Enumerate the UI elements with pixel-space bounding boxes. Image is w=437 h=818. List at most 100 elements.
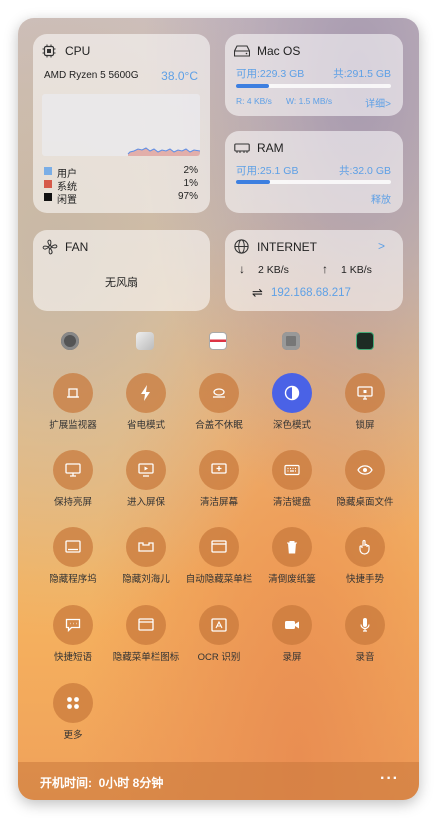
upload-speed: 1 KB/s [341, 264, 372, 276]
network-swap-icon: ⇌ [252, 285, 263, 300]
tool-label: 隐藏程序坞 [49, 574, 97, 585]
text-recognition-icon [199, 605, 239, 645]
tool-quick-gesture[interactable]: 快捷手势 [328, 527, 402, 586]
play-screen-icon [126, 450, 166, 490]
disk-detail-link[interactable]: 详细> [365, 95, 391, 110]
tool-hide-dock[interactable]: 隐藏程序坞 [36, 527, 110, 586]
tool-label: 录屏 [282, 652, 302, 663]
keyboard-icon [272, 450, 312, 490]
tool-keep-awake[interactable]: 保持亮屏 [36, 450, 110, 509]
ram-usage-bar [236, 180, 270, 184]
notch-icon [126, 527, 166, 567]
internet-card[interactable]: INTERNET > ↓ 2 KB/s ↑ 1 KB/s ⇌ 192.168.6… [225, 230, 403, 311]
tool-hide-notch[interactable]: 隐藏刘海儿 [109, 527, 183, 586]
tool-clean-keyboard[interactable]: 清洁键盘 [255, 450, 329, 509]
trash-icon [272, 527, 312, 567]
tool-lock-screen[interactable]: 锁屏 [328, 373, 402, 432]
ram-title: RAM [257, 141, 284, 155]
memory-icon [234, 143, 250, 153]
tool-label: OCR 识别 [197, 652, 241, 663]
tool-label: 快捷手势 [345, 574, 384, 585]
fan-icon [42, 239, 58, 255]
coffee-cup-icon [199, 373, 239, 413]
tool-extend-monitor[interactable]: 扩展监视器 [36, 373, 110, 432]
tool-audio-record[interactable]: 录音 [328, 605, 402, 664]
fan-status: 无风扇 [105, 277, 138, 289]
more-options-button[interactable]: ··· [380, 770, 399, 788]
disk-total: 共:291.5 GB [333, 68, 391, 80]
activity-monitor-app-icon[interactable] [356, 332, 374, 350]
disk-available: 可用:229.3 GB [236, 68, 305, 80]
internet-title: INTERNET [257, 240, 317, 254]
settings-app-icon[interactable] [61, 332, 79, 350]
tool-auto-hide-menubar[interactable]: 自动隐藏菜单栏 [182, 527, 256, 586]
window-icon [126, 605, 166, 645]
disk-usage-bar [236, 84, 269, 88]
ram-total: 共:32.0 GB [339, 165, 391, 177]
footer-bar: 开机时间: 0小时 8分钟 ··· [18, 762, 419, 800]
cpu-icon [42, 44, 56, 58]
extend-monitor-icon [53, 373, 93, 413]
cpu-graph-line [127, 147, 200, 156]
disk-write-speed: W: 1.5 MB/s [286, 96, 333, 106]
ram-card[interactable]: RAM 可用:25.1 GB 共:32.0 GB 释放 [225, 131, 403, 213]
globe-icon [234, 239, 249, 254]
tool-label: 清洁键盘 [272, 497, 311, 508]
tool-clean-screen[interactable]: 清洁屏幕 [182, 450, 256, 509]
grid-dots-icon [53, 683, 93, 723]
tool-label: 隐藏刘海儿 [122, 574, 170, 585]
tool-power-saving[interactable]: 省电模式 [109, 373, 183, 432]
tool-label: 进入屏保 [126, 497, 165, 508]
disk-icon [234, 45, 250, 57]
tool-label: 扩展监视器 [49, 420, 97, 431]
ip-address[interactable]: 192.168.68.217 [271, 287, 351, 299]
download-speed: 2 KB/s [258, 264, 289, 276]
video-camera-icon [272, 605, 312, 645]
tool-empty-trash[interactable]: 清倒废纸篓 [255, 527, 329, 586]
fan-card[interactable]: FAN 无风扇 [33, 230, 210, 311]
lock-screen-icon [345, 373, 385, 413]
disk-read-speed: R: 4 KB/s [236, 96, 272, 106]
tool-label: 锁屏 [355, 420, 375, 431]
menubar-icon [199, 527, 239, 567]
cpu-idle-label: 闲置 [57, 195, 77, 206]
disk-card[interactable]: Mac OS 可用:229.3 GB 共:291.5 GB R: 4 KB/s … [225, 34, 403, 116]
tool-label: 隐藏菜单栏图标 [112, 652, 180, 663]
tool-label: 清洁屏幕 [199, 497, 238, 508]
fan-title: FAN [65, 240, 89, 254]
camera-app-icon[interactable] [282, 332, 300, 350]
cpu-user-value: 2% [183, 165, 198, 176]
cpu-idle-swatch [44, 193, 52, 201]
tool-label: 清倒废纸篓 [268, 574, 316, 585]
tool-quick-phrases[interactable]: 快捷短语 [36, 605, 110, 664]
tool-lid-no-sleep[interactable]: 合盖不休眠 [182, 373, 256, 432]
download-arrow-icon: ↓ [239, 262, 245, 276]
system-panel: CPU AMD Ryzen 5 5600G 38.0°C 用户 2% 系统 1%… [18, 18, 419, 800]
finder-app-icon[interactable] [136, 332, 154, 350]
chat-bubble-icon [53, 605, 93, 645]
tool-screen-record[interactable]: 录屏 [255, 605, 329, 664]
cpu-system-value: 1% [183, 178, 198, 189]
dark-mode-icon [272, 373, 312, 413]
cpu-title: CPU [65, 44, 91, 58]
tool-label: 更多 [63, 730, 83, 741]
ram-available: 可用:25.1 GB [236, 165, 299, 177]
cpu-card[interactable]: CPU AMD Ryzen 5 5600G 38.0°C 用户 2% 系统 1%… [33, 34, 210, 213]
monitor-icon [53, 450, 93, 490]
tool-hide-menubar-icons[interactable]: 隐藏菜单栏图标 [109, 605, 183, 664]
tool-label: 省电模式 [126, 420, 165, 431]
tool-ocr[interactable]: OCR 识别 [182, 605, 256, 664]
disk-title: Mac OS [257, 44, 301, 58]
ram-release-button[interactable]: 释放 [371, 191, 391, 206]
tool-dark-mode[interactable]: 深色模式 [255, 373, 329, 432]
internet-more-chevron[interactable]: > [378, 239, 385, 253]
tool-label: 快捷短语 [53, 652, 92, 663]
upload-arrow-icon: ↑ [322, 262, 328, 276]
tool-screensaver[interactable]: 进入屏保 [109, 450, 183, 509]
tool-label: 录音 [355, 652, 375, 663]
cpu-usage-graph [42, 94, 200, 156]
preview-app-icon[interactable] [209, 332, 227, 350]
tool-hide-desktop-files[interactable]: 隐藏桌面文件 [328, 450, 402, 509]
tool-more[interactable]: 更多 [36, 683, 110, 742]
cpu-system-swatch [44, 180, 52, 188]
